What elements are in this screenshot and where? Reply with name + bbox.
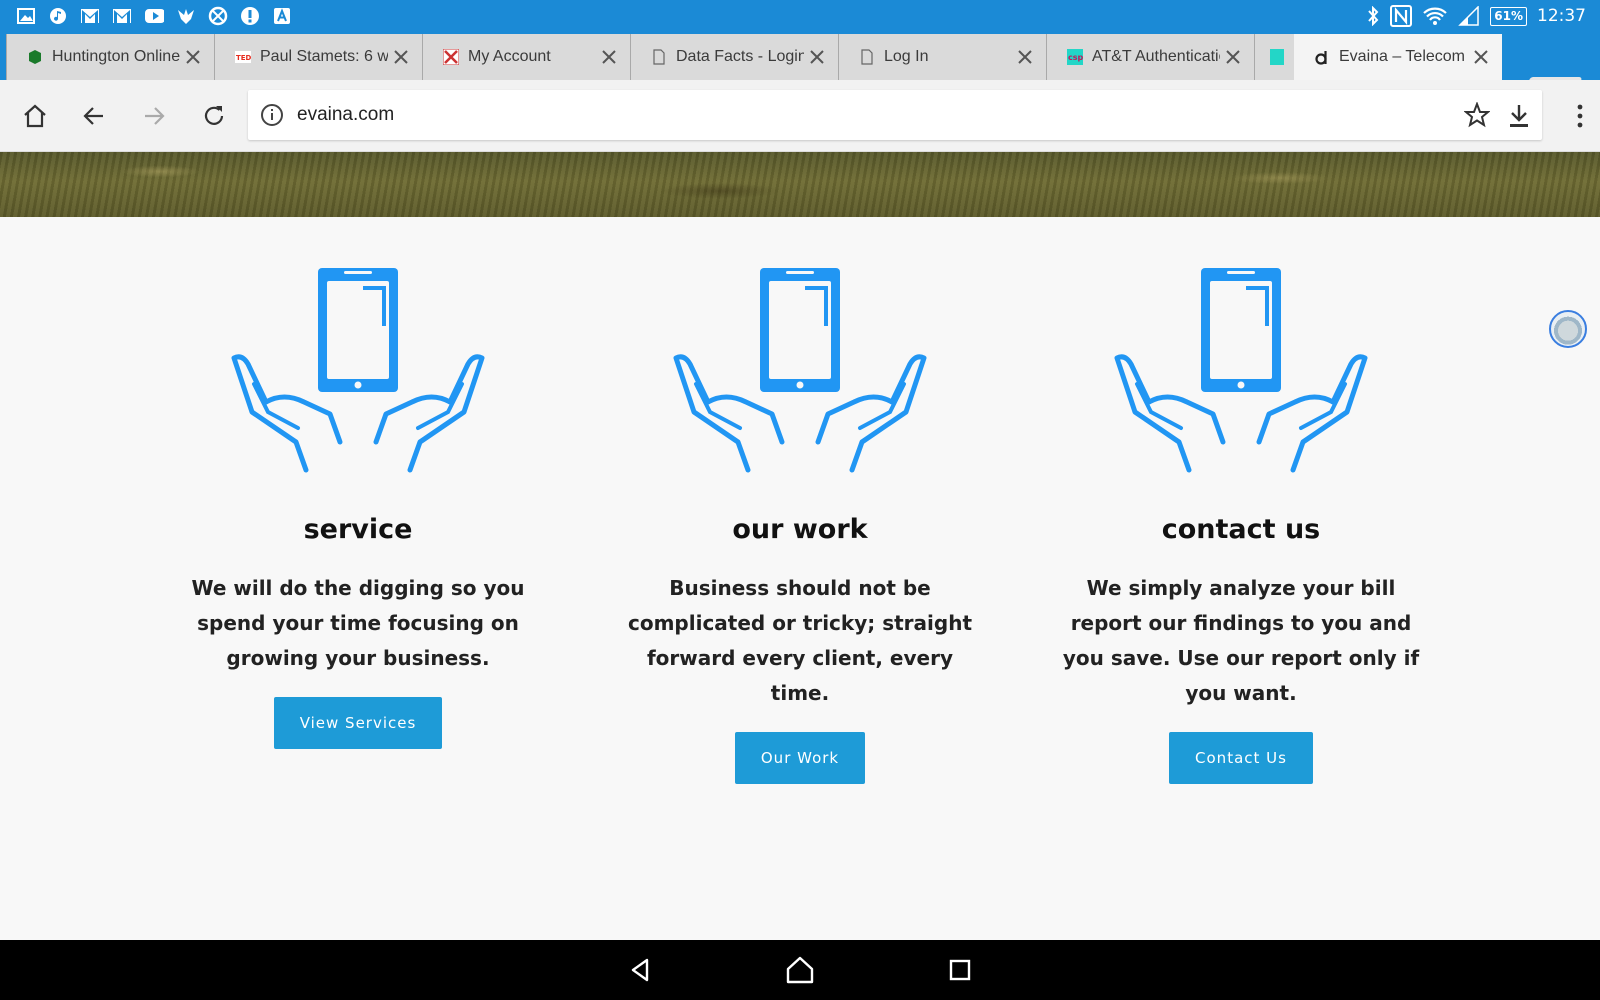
- close-icon[interactable]: [1224, 48, 1242, 66]
- tab-title: AT&T Authentication: [1092, 48, 1220, 65]
- back-icon[interactable]: [80, 102, 108, 130]
- checkmark-icon: [443, 49, 459, 65]
- url-text[interactable]: evaina.com: [297, 104, 394, 126]
- bird-icon: [176, 6, 196, 26]
- ted-icon: TED: [235, 49, 251, 65]
- battery-indicator: 61%: [1490, 6, 1527, 26]
- forward-icon[interactable]: [140, 102, 168, 130]
- home-icon[interactable]: [784, 954, 816, 986]
- reload-icon[interactable]: [200, 102, 228, 130]
- tab-stacked[interactable]: [1254, 34, 1294, 80]
- tab-evaina[interactable]: Evaina – Telecom: [1294, 34, 1502, 80]
- feature-description: We simply analyze your bill report our f…: [1062, 576, 1420, 705]
- star-icon[interactable]: [1464, 102, 1490, 128]
- tab-title: Paul Stamets: 6 ways: [260, 48, 388, 65]
- feature-heading: our work: [732, 514, 868, 545]
- tab-title: Evaina – Telecom: [1339, 48, 1465, 65]
- hands-phone-icon: [673, 268, 927, 473]
- recents-icon[interactable]: [944, 954, 976, 986]
- feature-service: service We will do the digging so you sp…: [148, 264, 568, 749]
- shield-icon: [27, 49, 43, 65]
- clock: 12:37: [1537, 6, 1586, 26]
- tab-att-authentication[interactable]: csp AT&T Authentication: [1046, 34, 1254, 80]
- text-icon: [272, 6, 292, 26]
- close-icon[interactable]: [184, 48, 202, 66]
- tab-data-facts[interactable]: Data Facts - Login: [630, 34, 838, 80]
- feature-our-work: our work Business should not be complica…: [590, 264, 1010, 784]
- wifi-icon: [1423, 7, 1448, 25]
- tab-title: Data Facts - Login: [676, 48, 804, 65]
- home-icon[interactable]: [21, 102, 49, 130]
- evaina-icon: [1314, 49, 1330, 65]
- tab-my-account[interactable]: My Account: [422, 34, 630, 80]
- tab-title: Log In: [884, 48, 929, 65]
- hero-image: [0, 152, 1600, 217]
- tab-strip: Huntington Online TED Paul Stamets: 6 wa…: [0, 32, 1600, 103]
- csp-icon: [1269, 49, 1285, 65]
- tab-log-in[interactable]: Log In: [838, 34, 1046, 80]
- tab-title: Huntington Online: [52, 48, 180, 65]
- hands-phone-icon: [1114, 268, 1368, 473]
- hands-phone-icon: [231, 268, 485, 473]
- tab-title: My Account: [468, 48, 551, 65]
- page-icon: [651, 49, 667, 65]
- floating-extension-bubble[interactable]: [1549, 310, 1587, 348]
- download-icon[interactable]: [1505, 102, 1533, 130]
- contact-us-button[interactable]: Contact Us: [1169, 732, 1313, 784]
- browser-toolbar: evaina.com: [0, 80, 1600, 152]
- feature-description: Business should not be complicated or tr…: [627, 576, 972, 705]
- feature-heading: contact us: [1161, 514, 1321, 545]
- svg-text:csp: csp: [1068, 53, 1083, 62]
- system-status: 61% 12:37: [1366, 4, 1586, 28]
- crossed-circle-icon: [208, 6, 228, 26]
- music-icon: [48, 6, 68, 26]
- close-icon[interactable]: [808, 48, 826, 66]
- notification-icons: [16, 6, 292, 26]
- close-icon[interactable]: [1472, 48, 1490, 66]
- status-bar: 61% 12:37: [0, 0, 1600, 32]
- close-icon[interactable]: [1016, 48, 1034, 66]
- youtube-icon: [144, 6, 164, 26]
- info-icon[interactable]: [260, 103, 284, 127]
- gmail-icon: [80, 6, 100, 26]
- close-icon[interactable]: [600, 48, 618, 66]
- our-work-button[interactable]: Our Work: [734, 732, 866, 784]
- feature-description: We will do the digging so you spend your…: [191, 576, 525, 670]
- view-services-button[interactable]: View Services: [273, 697, 443, 749]
- feature-heading: service: [303, 514, 413, 545]
- tab-huntington[interactable]: Huntington Online: [6, 34, 214, 80]
- gmail-icon: [112, 6, 132, 26]
- close-icon[interactable]: [392, 48, 410, 66]
- csp-icon: csp: [1067, 49, 1083, 65]
- alert-icon: [240, 6, 260, 26]
- signal-icon: [1458, 6, 1480, 26]
- feature-contact-us: contact us We simply analyze your bill r…: [1031, 264, 1451, 784]
- bluetooth-icon: [1368, 6, 1379, 26]
- more-menu-icon[interactable]: [1570, 102, 1590, 130]
- gallery-icon: [16, 6, 36, 26]
- back-icon[interactable]: [625, 954, 657, 986]
- nfc-icon: [1390, 5, 1413, 27]
- address-bar[interactable]: evaina.com: [248, 90, 1542, 140]
- page-icon: [859, 49, 875, 65]
- tab-paul-stamets[interactable]: TED Paul Stamets: 6 ways: [214, 34, 422, 80]
- svg-text:TED: TED: [236, 54, 251, 62]
- system-nav-bar: [0, 940, 1600, 1000]
